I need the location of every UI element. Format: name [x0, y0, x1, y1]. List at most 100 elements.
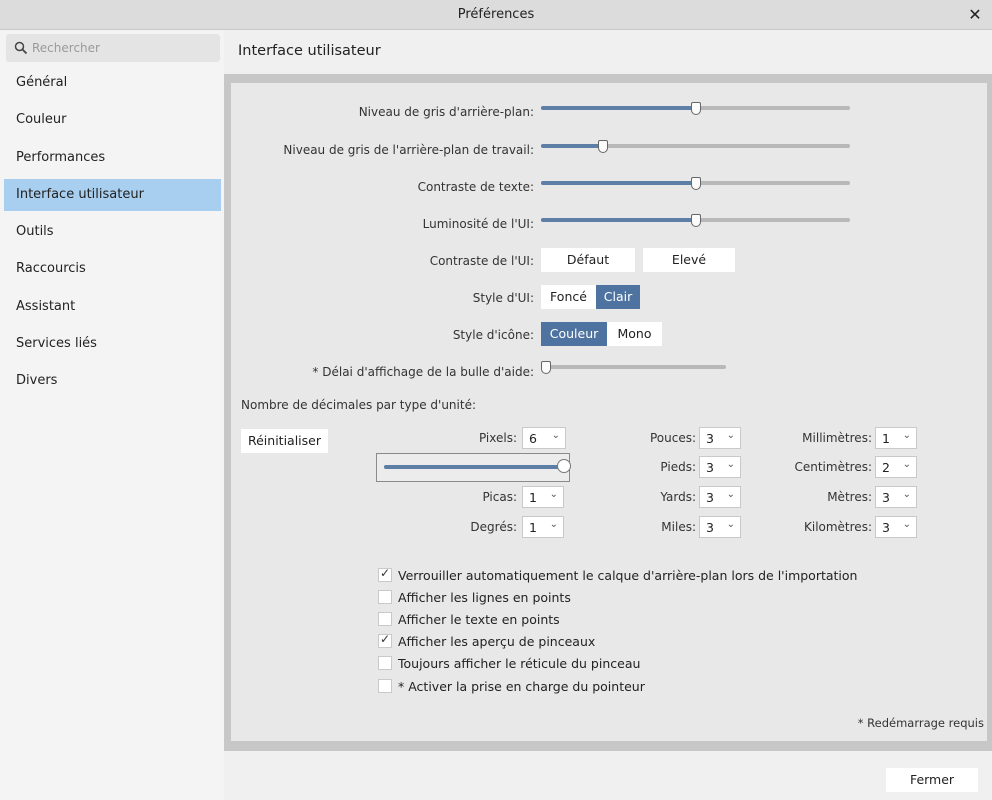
- checkbox-lock-background[interactable]: ✓ Verrouiller automatiquement le calque …: [378, 566, 857, 584]
- slider-fill: [541, 181, 696, 185]
- kilometers-select[interactable]: 3 ⌄: [875, 516, 917, 538]
- ui-style-dark-button[interactable]: Foncé: [541, 285, 596, 309]
- checkbox-lines-in-points[interactable]: Afficher les lignes en points: [378, 588, 571, 606]
- sidebar-item-misc[interactable]: Divers: [4, 365, 221, 397]
- slider-thumb[interactable]: [597, 140, 608, 153]
- inches-value: 3: [706, 431, 714, 446]
- sidebar-item-tools[interactable]: Outils: [4, 216, 221, 248]
- checkbox-pointer-support[interactable]: * Activer la prise en charge du pointeur: [378, 677, 645, 695]
- kilometers-label: Kilomètres:: [803, 520, 872, 534]
- slider-thumb[interactable]: [690, 102, 701, 115]
- checkbox-label: * Activer la prise en charge du pointeur: [398, 678, 645, 694]
- pixels-slider-thumb[interactable]: [557, 459, 571, 473]
- chevron-down-icon: ⌄: [726, 519, 735, 530]
- contrast-high-button[interactable]: Elevé: [643, 248, 735, 272]
- sidebar-item-shortcuts[interactable]: Raccourcis: [4, 253, 221, 285]
- checkbox[interactable]: [378, 656, 392, 670]
- meters-label: Mètres:: [827, 490, 872, 504]
- checkbox-brush-crosshair[interactable]: Toujours afficher le réticule du pinceau: [378, 654, 640, 672]
- checkbox-label: Verrouiller automatiquement le calque d'…: [398, 567, 858, 583]
- feet-label: Pieds:: [660, 460, 696, 474]
- checkbox[interactable]: [378, 679, 392, 693]
- page-title: Interface utilisateur: [238, 43, 381, 59]
- checkbox[interactable]: [378, 612, 392, 626]
- miles-value: 3: [706, 520, 714, 535]
- inches-label: Pouces:: [649, 431, 696, 445]
- sidebar-item-assistant[interactable]: Assistant: [4, 291, 221, 323]
- meters-value: 3: [882, 490, 890, 505]
- chevron-down-icon: ⌄: [549, 519, 558, 530]
- degrees-label: Degrés:: [470, 520, 517, 534]
- chevron-down-icon: ⌄: [902, 430, 911, 441]
- checkbox-text-in-points[interactable]: Afficher le texte en points: [378, 610, 560, 628]
- millimeters-select[interactable]: 1 ⌄: [875, 427, 917, 449]
- chevron-down-icon: ⌄: [902, 519, 911, 530]
- checkbox-label: Afficher le texte en points: [398, 611, 560, 627]
- icon-style-label: Style d'icône:: [452, 328, 534, 342]
- chevron-down-icon: ⌄: [902, 459, 911, 470]
- chevron-down-icon: ⌄: [726, 430, 735, 441]
- miles-select[interactable]: 3 ⌄: [699, 516, 741, 538]
- picas-select[interactable]: 1 ⌄: [522, 486, 564, 508]
- search-icon: [14, 41, 28, 55]
- window-title: Préférences: [457, 7, 535, 22]
- kilometers-value: 3: [882, 520, 890, 535]
- restart-note: * Redémarrage requis: [857, 716, 984, 730]
- slider-thumb[interactable]: [690, 177, 701, 190]
- checkbox[interactable]: ✓: [378, 632, 392, 648]
- yards-label: Yards:: [660, 490, 696, 504]
- search-box[interactable]: [6, 34, 220, 62]
- pixels-slider-fill: [384, 465, 564, 469]
- ui-style-light-button[interactable]: Clair: [596, 285, 640, 309]
- slider-fill: [541, 218, 696, 222]
- slider-label-ui-brightness: Luminosité de l'UI:: [422, 217, 534, 231]
- slider-thumb[interactable]: [690, 214, 701, 227]
- contrast-default-button[interactable]: Défaut: [541, 248, 635, 272]
- sidebar: Général Couleur Performances Interface u…: [0, 30, 224, 800]
- meters-select[interactable]: 3 ⌄: [875, 486, 917, 508]
- sidebar-item-general[interactable]: Général: [4, 67, 221, 99]
- ui-style-toggle: Foncé Clair: [541, 285, 640, 309]
- centimeters-select[interactable]: 2 ⌄: [875, 456, 917, 478]
- slider-label-workspace-gray: Niveau de gris de l'arrière-plan de trav…: [283, 143, 534, 157]
- slider-label-background-gray: Niveau de gris d'arrière-plan:: [358, 105, 534, 119]
- checkbox[interactable]: [378, 590, 392, 604]
- icon-style-mono-button[interactable]: Mono: [607, 322, 662, 346]
- miles-label: Miles:: [661, 520, 696, 534]
- ui-style-label: Style d'UI:: [472, 291, 534, 305]
- sidebar-item-linked-services[interactable]: Services liés: [4, 328, 221, 360]
- slider-track: [546, 365, 726, 369]
- icon-style-color-button[interactable]: Couleur: [541, 322, 607, 346]
- yards-select[interactable]: 3 ⌄: [699, 486, 741, 508]
- text-contrast-slider[interactable]: [541, 174, 850, 194]
- ui-brightness-slider[interactable]: [541, 211, 850, 231]
- decimals-heading: Nombre de décimales par type d'unité:: [241, 398, 476, 412]
- search-input[interactable]: [32, 38, 212, 58]
- tooltip-delay-slider[interactable]: [541, 358, 726, 378]
- workspace-gray-slider[interactable]: [541, 137, 850, 157]
- centimeters-value: 2: [882, 460, 890, 475]
- title-bar: Préférences ✕: [0, 0, 992, 30]
- reset-button[interactable]: Réinitialiser: [241, 429, 328, 453]
- pixels-select[interactable]: 6 ⌄: [522, 427, 566, 449]
- checkbox-label: Afficher les aperçu de pinceaux: [398, 633, 596, 649]
- close-icon[interactable]: ✕: [964, 4, 986, 26]
- sidebar-item-color[interactable]: Couleur: [4, 104, 221, 136]
- yards-value: 3: [706, 490, 714, 505]
- close-button[interactable]: Fermer: [886, 768, 978, 792]
- checkbox-brush-preview[interactable]: ✓ Afficher les aperçu de pinceaux: [378, 632, 595, 650]
- feet-select[interactable]: 3 ⌄: [699, 456, 741, 478]
- feet-value: 3: [706, 460, 714, 475]
- background-gray-slider[interactable]: [541, 99, 850, 119]
- pixels-slider-box: [376, 453, 571, 482]
- inches-select[interactable]: 3 ⌄: [699, 427, 741, 449]
- checkbox[interactable]: ✓: [378, 566, 392, 582]
- check-icon: ✓: [380, 566, 391, 580]
- sidebar-item-performance[interactable]: Performances: [4, 142, 221, 174]
- sidebar-item-user-interface[interactable]: Interface utilisateur: [4, 178, 221, 211]
- check-icon: ✓: [380, 632, 391, 646]
- degrees-select[interactable]: 1 ⌄: [522, 516, 564, 538]
- picas-value: 1: [529, 490, 537, 505]
- slider-thumb[interactable]: [541, 361, 551, 374]
- chevron-down-icon: ⌄: [726, 489, 735, 500]
